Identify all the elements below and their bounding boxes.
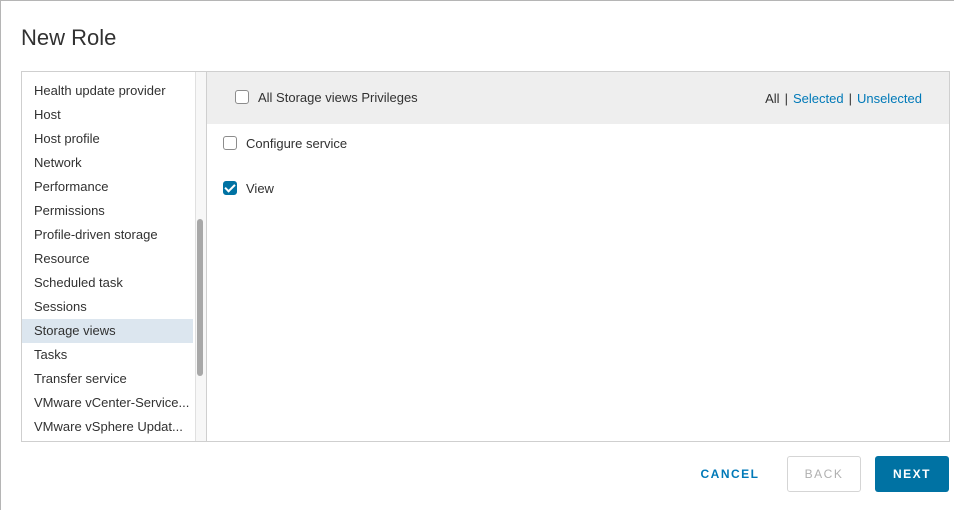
filter-all[interactable]: All — [765, 91, 779, 106]
view-label: View — [246, 181, 274, 196]
category-item-selected[interactable]: Storage views — [22, 319, 193, 343]
configure-service-label: Configure service — [246, 136, 348, 151]
back-button[interactable]: BACK — [787, 456, 861, 492]
next-button[interactable]: NEXT — [875, 456, 949, 492]
configure-service-checkbox[interactable] — [223, 136, 237, 150]
category-item[interactable]: Network — [22, 151, 193, 175]
filter-unselected-link[interactable]: Unselected — [857, 91, 922, 106]
new-role-dialog: New Role Health update provider Host Hos… — [0, 0, 954, 510]
category-item[interactable]: Performance — [22, 175, 193, 199]
cancel-button[interactable]: CANCEL — [687, 456, 773, 492]
category-items: Health update provider Host Host profile… — [22, 79, 193, 439]
all-privileges-checkbox[interactable] — [235, 90, 249, 104]
category-item[interactable]: VMware vCenter-Service... — [22, 391, 193, 415]
filter-separator: | — [784, 91, 788, 106]
category-item[interactable]: Sessions — [22, 295, 193, 319]
all-privileges-label: All Storage views Privileges — [258, 90, 418, 105]
privilege-filter: All | Selected | Unselected — [765, 91, 922, 106]
category-item[interactable]: Resource — [22, 247, 193, 271]
filter-separator: | — [848, 91, 852, 106]
privileges-panel: All Storage views Privileges All | Selecte… — [206, 71, 950, 442]
category-item[interactable]: Profile-driven storage — [22, 223, 193, 247]
category-item[interactable]: Host — [22, 103, 193, 127]
checkmark-icon — [224, 181, 236, 193]
category-item[interactable]: Tasks — [22, 343, 193, 367]
category-item[interactable]: Health update provider — [22, 79, 193, 103]
category-item[interactable]: VMware vSphere Updat... — [22, 415, 193, 439]
filter-selected-link[interactable]: Selected — [793, 91, 844, 106]
category-item[interactable]: Transfer service — [22, 367, 193, 391]
category-item[interactable]: Host profile — [22, 127, 193, 151]
privileges-header: All Storage views Privileges All | Selecte… — [207, 72, 949, 124]
category-item[interactable]: Permissions — [22, 199, 193, 223]
scrollbar-thumb[interactable] — [197, 219, 203, 376]
category-item[interactable]: Scheduled task — [22, 271, 193, 295]
dialog-title: New Role — [21, 25, 117, 50]
privilege-category-list: Health update provider Host Host profile… — [21, 71, 207, 442]
view-checkbox[interactable] — [223, 181, 237, 195]
